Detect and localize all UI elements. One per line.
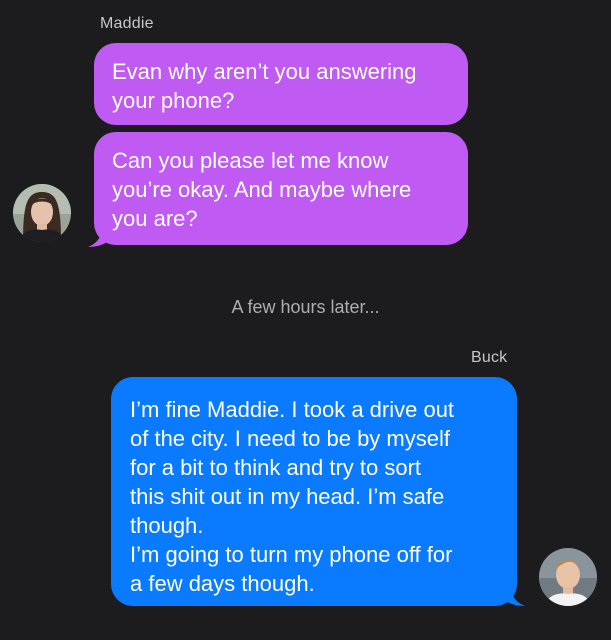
bubble-tail-outgoing [505, 585, 525, 606]
time-divider: A few hours later... [231, 297, 380, 317]
buck-avatar[interactable] [539, 548, 597, 606]
sender-name-buck: Buck [471, 349, 508, 366]
sender-name-maddie: Maddie [100, 15, 154, 32]
maddie-avatar[interactable] [13, 184, 71, 242]
message-bubble[interactable]: Evan why aren’t you answering your phone… [94, 43, 468, 125]
bubble-tail-incoming [88, 226, 108, 247]
message-bubble[interactable]: I’m fine Maddie. I took a drive out of t… [111, 377, 517, 606]
message-bubble[interactable]: Can you please let me know you’re okay. … [94, 132, 468, 245]
